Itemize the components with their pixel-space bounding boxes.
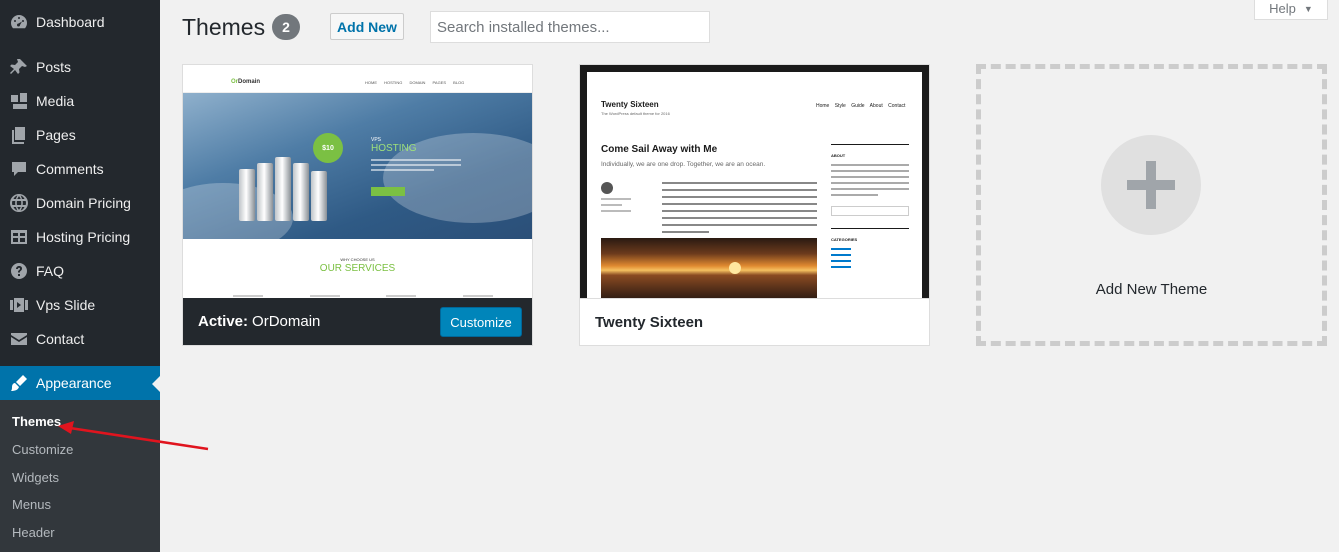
sidebar-item-label: Pages: [36, 127, 76, 143]
sidebar-item-label: Contact: [36, 331, 85, 347]
active-prefix: Active:: [198, 313, 249, 330]
preview-text-lines: [371, 159, 461, 179]
theme-name: OrDomain: [252, 313, 321, 330]
preview-about: ABOUT: [831, 153, 846, 158]
preview-nav: HOME HOSTING DOMAIN PAGES BLOG: [365, 80, 465, 85]
sidebar-item-label: Hosting Pricing: [36, 229, 131, 245]
preview-hosting: HOSTING: [371, 143, 417, 154]
theme-name: Twenty Sixteen: [595, 313, 704, 331]
preview-services: OUR SERVICES: [319, 263, 396, 274]
sidebar-item-label: FAQ: [36, 263, 65, 279]
current-menu-pointer: [152, 376, 160, 392]
help-tab-button[interactable]: Help ▼: [1254, 0, 1328, 20]
theme-screenshot: OrDomain HOME HOSTING DOMAIN PAGES BLOG …: [183, 65, 532, 298]
add-new-button[interactable]: Add New: [330, 13, 404, 40]
submenu-item-menus[interactable]: Menus: [12, 497, 51, 512]
theme-count-badge: 2: [272, 14, 300, 40]
sidebar-item-label: Vps Slide: [36, 297, 96, 313]
sidebar-item-pages[interactable]: Pages: [0, 118, 160, 152]
server-image: [239, 169, 255, 221]
help-icon: [0, 261, 36, 281]
preview-excerpt: Individually, we are one drop. Together,…: [601, 161, 766, 168]
theme-card-twenty-sixteen[interactable]: Twenty Sixteen The WordPress default the…: [579, 64, 930, 346]
preview-frame: Twenty Sixteen The WordPress default the…: [580, 65, 929, 298]
server-image: [311, 171, 327, 221]
preview-page: Twenty Sixteen The WordPress default the…: [587, 72, 922, 298]
submenu-item-themes[interactable]: Themes: [12, 414, 61, 429]
sidebar-item-label: Dashboard: [36, 14, 105, 30]
theme-actions-bar: Active: OrDomain Customize: [183, 298, 532, 345]
pin-icon: [0, 57, 36, 77]
theme-card-ordomain[interactable]: OrDomain HOME HOSTING DOMAIN PAGES BLOG …: [182, 64, 533, 346]
add-new-theme-card[interactable]: Add New Theme: [976, 64, 1327, 346]
slides-icon: [0, 295, 36, 315]
preview-body-text: [662, 182, 817, 238]
help-label: Help: [1269, 1, 1296, 16]
sidebar-item-comments[interactable]: Comments: [0, 152, 160, 186]
preview-topbar: OrDomain HOME HOSTING DOMAIN PAGES BLOG: [183, 65, 532, 93]
dashboard-icon: [0, 12, 36, 32]
preview-tagline: The WordPress default theme for 2016: [601, 111, 670, 116]
server-image: [275, 157, 291, 221]
preview-categories: CATEGORIES: [831, 237, 858, 242]
preview-sidebar: ABOUT CATEGORIES: [831, 144, 909, 272]
submenu-item-widgets[interactable]: Widgets: [12, 470, 59, 485]
sidebar-item-dashboard[interactable]: Dashboard: [0, 5, 160, 39]
sidebar-item-appearance[interactable]: Appearance: [0, 366, 160, 400]
preview-button: [371, 187, 405, 196]
comment-icon: [0, 159, 36, 179]
preview-meta: [601, 198, 631, 216]
sidebar-item-domain-pricing[interactable]: Domain Pricing: [0, 186, 160, 220]
sidebar-item-label: Posts: [36, 59, 72, 75]
page-title: Themes: [182, 14, 266, 40]
plus-icon: [1101, 135, 1201, 235]
preview-why: WHY CHOOSE US: [340, 257, 375, 262]
add-new-theme-label: Add New Theme: [1095, 281, 1208, 298]
server-image: [257, 163, 273, 221]
submenu-item-customize[interactable]: Customize: [12, 442, 73, 457]
price-badge: $10: [313, 133, 343, 163]
preview-service-items: [233, 295, 493, 297]
sidebar-item-label: Appearance: [36, 375, 112, 391]
brush-icon: [0, 373, 36, 393]
theme-screenshot: Twenty Sixteen The WordPress default the…: [580, 65, 929, 298]
preview-nav: Home Style Guide About Contact: [816, 103, 906, 109]
caret-down-icon: ▼: [1303, 3, 1313, 14]
sidebar-item-label: Comments: [36, 161, 104, 177]
mail-icon: [0, 329, 36, 349]
pages-icon: [0, 125, 36, 145]
sidebar-item-contact[interactable]: Contact: [0, 322, 160, 356]
server-image: [293, 163, 309, 221]
sidebar-item-vps-slide[interactable]: Vps Slide: [0, 288, 160, 322]
appearance-submenu: Themes Customize Widgets Menus Header: [0, 400, 160, 552]
theme-name-bar: Twenty Sixteen: [580, 298, 929, 345]
table-icon: [0, 227, 36, 247]
sidebar-item-posts[interactable]: Posts: [0, 50, 160, 84]
submenu-item-header[interactable]: Header: [12, 525, 55, 540]
search-themes-input[interactable]: [430, 11, 710, 43]
preview-avatar: [601, 182, 613, 194]
sidebar-item-label: Media: [36, 93, 75, 109]
customize-button[interactable]: Customize: [440, 307, 522, 337]
preview-site-title: Twenty Sixteen: [601, 100, 659, 109]
globe-icon: [0, 193, 36, 213]
sidebar-item-faq[interactable]: FAQ: [0, 254, 160, 288]
sidebar-item-media[interactable]: Media: [0, 84, 160, 118]
sidebar-item-label: Domain Pricing: [36, 195, 131, 211]
sidebar-item-hosting-pricing[interactable]: Hosting Pricing: [0, 220, 160, 254]
media-icon: [0, 91, 36, 111]
preview-sunset-image: [601, 238, 817, 298]
preview-logo: OrDomain: [231, 79, 261, 85]
preview-hero: $10 VPS HOSTING: [183, 93, 532, 253]
preview-post-title: Come Sail Away with Me: [601, 144, 718, 155]
admin-sidebar: Dashboard Posts Media Pages Comments Dom…: [0, 0, 160, 552]
